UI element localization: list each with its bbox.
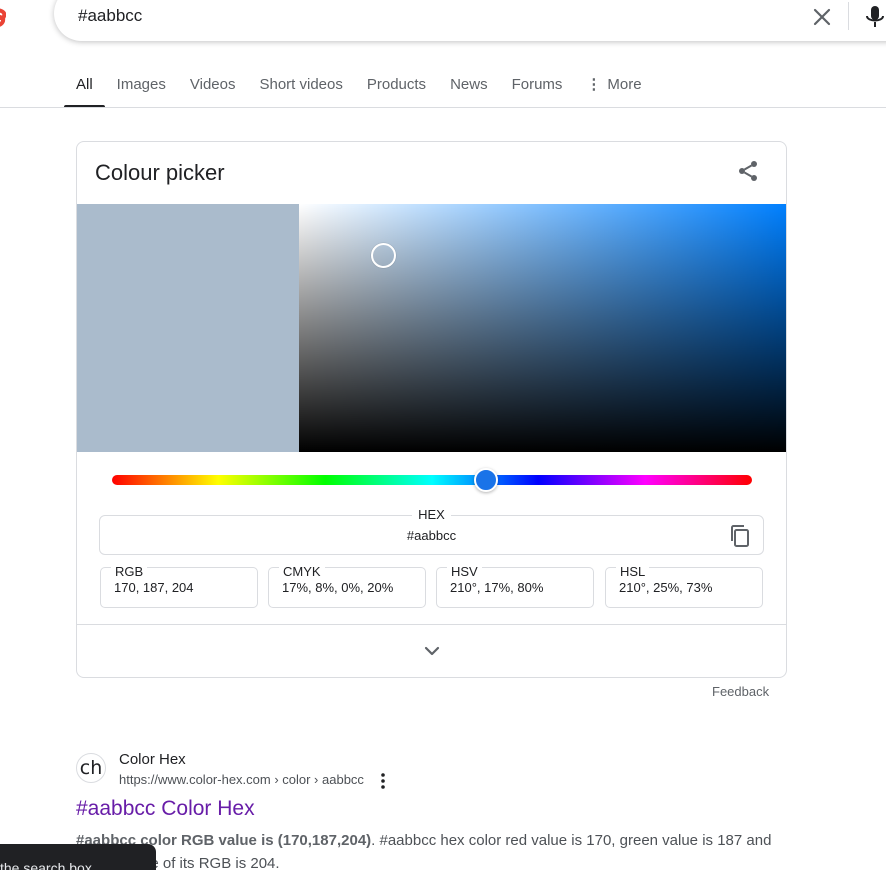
hsl-field[interactable]: HSL 210°, 25%, 73% — [605, 564, 763, 608]
hue-slider-thumb[interactable] — [474, 468, 498, 492]
hex-label-text: HEX — [412, 507, 451, 522]
hex-field[interactable]: HEX #aabbcc — [99, 507, 764, 555]
hsl-label: HSL — [616, 564, 650, 579]
search-box[interactable]: #aabbcc — [54, 0, 886, 41]
hex-input[interactable]: #aabbcc — [100, 528, 763, 543]
tab-news[interactable]: News — [438, 62, 500, 108]
color-swatch — [77, 204, 299, 452]
snippet-line-2: ue of its RGB is 204. — [142, 855, 280, 870]
rgb-field[interactable]: RGB 170, 187, 204 — [100, 564, 258, 608]
copy-icon[interactable] — [729, 524, 751, 548]
site-url[interactable]: https://www.color-hex.com › color › aabb… — [119, 772, 364, 787]
hue-slider[interactable] — [112, 475, 752, 485]
tab-label: News — [450, 76, 488, 93]
saturation-value-area[interactable] — [299, 204, 786, 452]
close-icon[interactable] — [812, 7, 832, 27]
more-vert-icon: ⋮ — [586, 76, 602, 93]
tab-videos[interactable]: Videos — [178, 62, 248, 108]
hex-label: HEX — [100, 507, 763, 522]
hsv-label: HSV — [447, 564, 482, 579]
snippet-line-1: #aabbcc color RGB value is (170,187,204)… — [76, 829, 796, 852]
tab-label: Short videos — [259, 76, 343, 93]
snippet-text: . #aabbcc hex color red value is 170, gr… — [371, 832, 772, 849]
card-divider — [77, 624, 786, 625]
site-favicon[interactable]: ch — [76, 753, 106, 783]
tab-products[interactable]: Products — [355, 62, 438, 108]
cmyk-field[interactable]: CMYK 17%, 8%, 0%, 20% — [268, 564, 426, 608]
share-icon[interactable] — [736, 159, 760, 183]
cmyk-input[interactable]: 17%, 8%, 0%, 20% — [282, 580, 393, 595]
tab-label: Videos — [189, 76, 236, 93]
search-divider — [848, 2, 849, 30]
microphone-icon[interactable] — [864, 4, 886, 30]
cmyk-label: CMYK — [279, 564, 325, 579]
tab-forums[interactable]: Forums — [500, 62, 575, 108]
more-options-icon[interactable] — [376, 772, 390, 790]
tab-short-videos[interactable]: Short videos — [247, 62, 354, 108]
tooltip-toast: the search box — [0, 844, 156, 870]
site-name[interactable]: Color Hex — [119, 751, 186, 768]
logo-fragment[interactable] — [0, 6, 6, 28]
hsv-input[interactable]: 210°, 17%, 80% — [450, 580, 543, 595]
feedback-link[interactable]: Feedback — [712, 684, 769, 699]
tab-label: More — [607, 76, 642, 93]
rgb-input[interactable]: 170, 187, 204 — [114, 580, 194, 595]
tabs-divider — [0, 107, 886, 108]
tab-label: Products — [366, 76, 427, 93]
result-title-link[interactable]: #aabbcc Color Hex — [76, 797, 255, 821]
tab-label: Forums — [511, 76, 563, 93]
tab-all[interactable]: All — [64, 62, 105, 108]
tab-more[interactable]: ⋮ More — [574, 62, 653, 108]
colour-picker-card: Colour picker HEX #aabbcc RGB 170, 187, … — [76, 141, 787, 678]
result-snippet: #aabbcc color RGB value is (170,187,204)… — [76, 829, 796, 870]
saturation-value-handle[interactable] — [371, 243, 396, 268]
card-title: Colour picker — [95, 160, 225, 185]
tab-label: Images — [116, 76, 166, 93]
search-tabs: All Images Videos Short videos Products … — [64, 62, 654, 108]
hsl-input[interactable]: 210°, 25%, 73% — [619, 580, 712, 595]
tab-label: All — [76, 76, 93, 93]
chevron-down-icon[interactable] — [421, 642, 443, 660]
hsv-field[interactable]: HSV 210°, 17%, 80% — [436, 564, 594, 608]
rgb-label: RGB — [111, 564, 148, 579]
search-input[interactable]: #aabbcc — [78, 6, 142, 26]
tab-images[interactable]: Images — [105, 62, 178, 108]
